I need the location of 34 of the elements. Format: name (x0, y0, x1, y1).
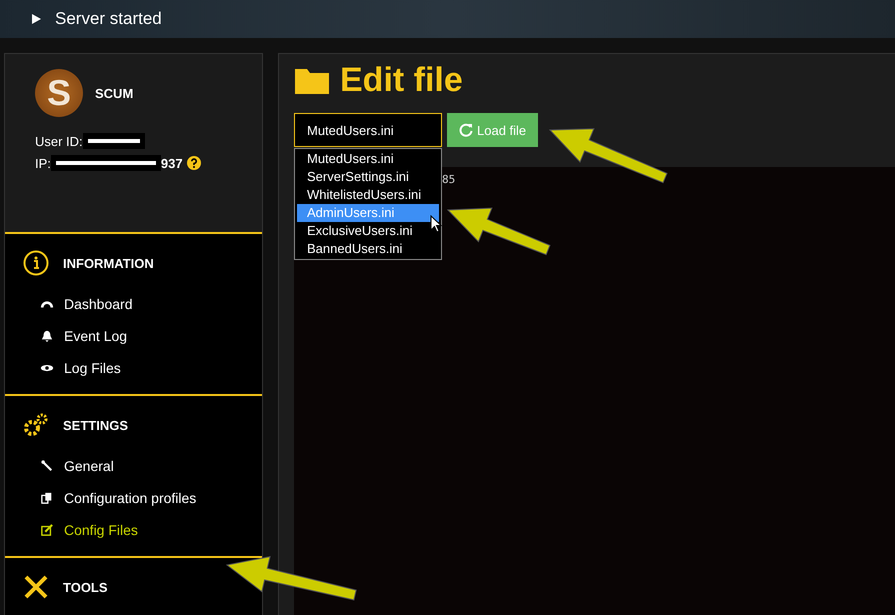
help-icon[interactable] (186, 156, 201, 170)
nav-item[interactable]: Dashboard (23, 288, 262, 320)
server-name: SCUM (95, 86, 134, 100)
status-text: Server started (55, 9, 162, 29)
dropdown-option[interactable]: ServerSettings.ini (297, 168, 439, 186)
ip-label: IP: (35, 156, 51, 170)
server-logo: S (35, 69, 83, 117)
file-select[interactable]: MutedUsers.ini (294, 113, 442, 147)
tools-icon (23, 574, 49, 600)
dropdown-option[interactable]: MutedUsers.ini (297, 150, 439, 168)
wrench-icon (40, 460, 54, 472)
user-id-label: User ID: (35, 134, 83, 148)
play-icon (32, 14, 41, 24)
info-icon (23, 250, 49, 276)
redaction-bar (82, 133, 145, 149)
eye-icon (40, 362, 54, 374)
page-title: Edit file (340, 60, 463, 100)
copy-icon (40, 492, 54, 504)
nav-item[interactable]: Log Files (23, 352, 262, 384)
gears-icon (23, 412, 49, 438)
refresh-icon (459, 123, 473, 137)
section-title: TOOLS (63, 580, 108, 594)
nav-item[interactable]: Event Log (23, 320, 262, 352)
nav-item[interactable]: Configuration profiles (23, 482, 262, 514)
dropdown-option[interactable]: BannedUsers.ini (297, 240, 439, 258)
nav-item[interactable]: Config Files (23, 514, 262, 546)
editor-text: 85 (442, 173, 456, 186)
dropdown-option[interactable]: WhitelistedUsers.ini (297, 186, 439, 204)
nav-item[interactable]: General (23, 450, 262, 482)
section-title: INFORMATION (63, 256, 154, 270)
section-title: SETTINGS (63, 418, 128, 432)
bell-icon (40, 330, 54, 342)
ip-suffix: 937 (160, 156, 183, 170)
edit-icon (40, 524, 54, 536)
